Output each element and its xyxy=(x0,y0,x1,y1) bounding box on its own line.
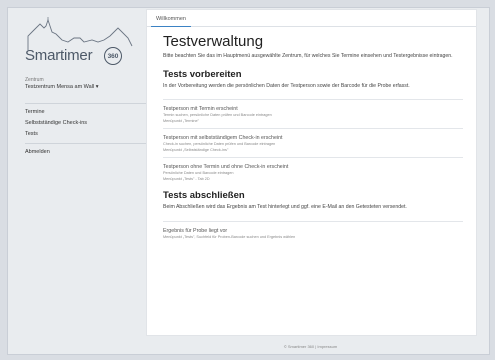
list-item-title: Testperson ohne Termin und ohne Check-in… xyxy=(163,164,289,170)
list-item-title: Testperson mit Termin erscheint xyxy=(163,106,238,112)
list-item-menu: Menüpunkt „Tests" - Tab 2D xyxy=(163,176,210,181)
list-item[interactable]: Testperson mit selbstständigem Check-in … xyxy=(163,128,463,157)
list-item-detail: Menüpunkt „Tests", Suchfeld für Proben-B… xyxy=(163,234,296,239)
list-item-menu: Menüpunkt „Termine" xyxy=(163,118,199,123)
section-title-finish: Tests abschließen xyxy=(163,190,245,201)
list-item-title: Testperson mit selbstständigem Check-in … xyxy=(163,135,283,141)
list-item[interactable]: Testperson mit Termin erscheint Termin s… xyxy=(163,99,463,128)
zentrum-value: Testzentrum Mensa am Wall xyxy=(25,84,95,90)
logo-badge: 360 xyxy=(104,47,122,65)
sidebar-nav: Termine Selbstständige Check-ins Tests A… xyxy=(25,100,147,158)
chevron-down-icon: ▾ xyxy=(95,84,99,90)
logout-link[interactable]: Abmelden xyxy=(25,147,147,158)
sidebar-item-checkins[interactable]: Selbstständige Check-ins xyxy=(25,118,147,129)
sidebar-item-termine[interactable]: Termine xyxy=(25,107,147,118)
divider xyxy=(25,103,147,104)
tab-bar: Willkommen xyxy=(147,10,476,27)
smartimer-logo[interactable]: Smartimer 360 xyxy=(22,14,134,70)
sidebar: Smartimer 360 Zentrum Testzentrum Mensa … xyxy=(8,8,151,354)
logo-text: Smartimer xyxy=(25,47,93,64)
list-item-title: Ergebnis für Probe liegt vor xyxy=(163,227,228,234)
list-item[interactable]: Ergebnis für Probe liegt vor Menüpunkt „… xyxy=(163,220,463,245)
section-text-prepare: In der Vorbereitung werden die persönlic… xyxy=(163,82,410,89)
section-text-finish: Beim Abschließen wird das Ergebnis am Te… xyxy=(163,204,407,210)
intro-text: Bitte beachten Sie das im Hauptmenü ausg… xyxy=(163,53,453,59)
tab-willkommen[interactable]: Willkommen xyxy=(151,13,191,27)
zentrum-label: Zentrum xyxy=(25,77,44,83)
main-card: Willkommen Testverwaltung Bitte beachten… xyxy=(146,9,477,336)
list-item-menu: Menüpunkt „Selbstständige Check-ins" xyxy=(163,147,229,152)
footer[interactable]: © Smartimer 360 | Impressum xyxy=(146,344,475,349)
list-item[interactable]: Testperson ohne Termin und ohne Check-in… xyxy=(163,157,463,186)
main-content: Testverwaltung Bitte beachten Sie das im… xyxy=(163,33,463,244)
sidebar-item-tests[interactable]: Tests xyxy=(25,129,147,140)
zentrum-select[interactable]: Testzentrum Mensa am Wall ▾ xyxy=(25,84,98,90)
page-title: Testverwaltung xyxy=(163,33,264,50)
divider xyxy=(25,143,147,144)
section-title-prepare: Tests vorbereiten xyxy=(163,68,242,80)
